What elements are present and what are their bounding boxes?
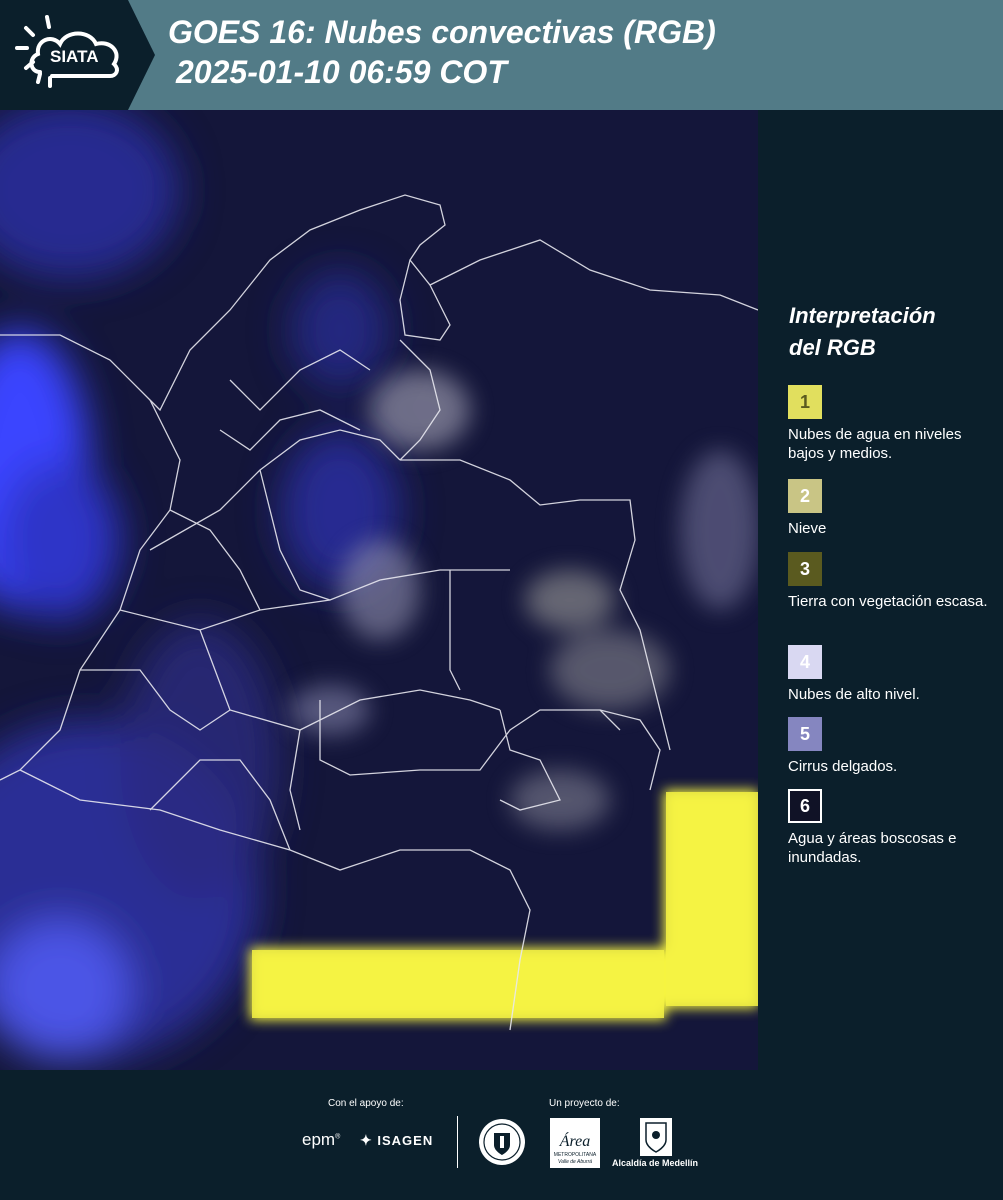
legend-label-6: Agua y áreas boscosas e inundadas. [788, 830, 957, 866]
legend-swatch-1: 1 [788, 385, 822, 419]
legend-item-5: 5 Cirrus delgados. [788, 717, 998, 776]
legend-title-line2: del RGB [789, 335, 876, 360]
legend-title: Interpretación del RGB [789, 300, 936, 364]
legend-swatch-4: 4 [788, 645, 822, 679]
isagen-mark-icon: ✦ [360, 1132, 373, 1148]
legend-swatch-6: 6 [788, 789, 822, 823]
legend-item-3: 3 Tierra con vegetación escasa. [788, 552, 998, 611]
metropolitana-logo-text: METROPOLITANA [554, 1152, 597, 1158]
alcaldia-shield-icon [640, 1118, 672, 1156]
legend-swatch-3: 3 [788, 552, 822, 586]
epm-logo-text: epm [302, 1130, 336, 1149]
project-label: Un proyecto de: [549, 1098, 620, 1109]
title-timestamp: 2025-01-10 06:59 COT [176, 54, 507, 90]
page-title: GOES 16: Nubes convectivas (RGB) 2025-01… [168, 12, 716, 92]
legend-label-3: Tierra con vegetación escasa. [788, 593, 988, 610]
legend-item-6: 6 Agua y áreas boscosas e inundadas. [788, 789, 998, 867]
legend-title-line1: Interpretación [789, 303, 936, 328]
alcaldia-label: Alcaldía de Medellín [612, 1158, 699, 1168]
legend-label-5: Cirrus delgados. [788, 758, 898, 775]
satellite-image [0, 110, 758, 1070]
area-metropolitana-logo: Área METROPOLITANA Valle de Aburrá [550, 1118, 600, 1168]
legend-num-4: 4 [799, 651, 810, 672]
legend-label-4: Nubes de alto nivel. [788, 686, 920, 703]
isagen-logo: ✦ ISAGEN [360, 1132, 433, 1149]
legend-label-1: Nubes de agua en niveles bajos y medios. [788, 426, 962, 462]
legend-num-5: 5 [799, 723, 810, 744]
legend-swatch-5: 5 [788, 717, 822, 751]
title-product: GOES 16: Nubes convectivas (RGB) [168, 14, 716, 50]
legend-item-1: 1 Nubes de agua en niveles bajos y medio… [788, 385, 998, 463]
legend-item-4: 4 Nubes de alto nivel. [788, 645, 998, 704]
medellin-seal-icon [479, 1119, 525, 1165]
epm-logo: epm® [302, 1130, 341, 1149]
isagen-logo-text: ISAGEN [377, 1133, 434, 1148]
legend-num-6: 6 [799, 795, 810, 816]
valle-logo-text: Valle de Aburrá [558, 1159, 592, 1165]
satellite-map[interactable] [0, 110, 758, 1070]
siata-logo: SIATA [0, 0, 155, 110]
siata-logo-text: SIATA [50, 47, 98, 66]
legend-num-2: 2 [799, 485, 810, 506]
footer: Con el apoyo de: Un proyecto de: epm® ✦ … [0, 1070, 1003, 1200]
legend-num-3: 3 [799, 558, 810, 579]
header-bar: SIATA GOES 16: Nubes convectivas (RGB) 2… [0, 0, 1003, 110]
footer-divider [457, 1116, 458, 1168]
legend-num-1: 1 [799, 391, 810, 412]
legend-swatch-2: 2 [788, 479, 822, 513]
area-logo-text: Área [559, 1131, 591, 1150]
legend-panel: Interpretación del RGB 1 Nubes de agua e… [760, 110, 1003, 1070]
support-label: Con el apoyo de: [328, 1098, 404, 1109]
legend-item-2: 2 Nieve [788, 479, 998, 538]
legend-label-2: Nieve [788, 520, 827, 537]
